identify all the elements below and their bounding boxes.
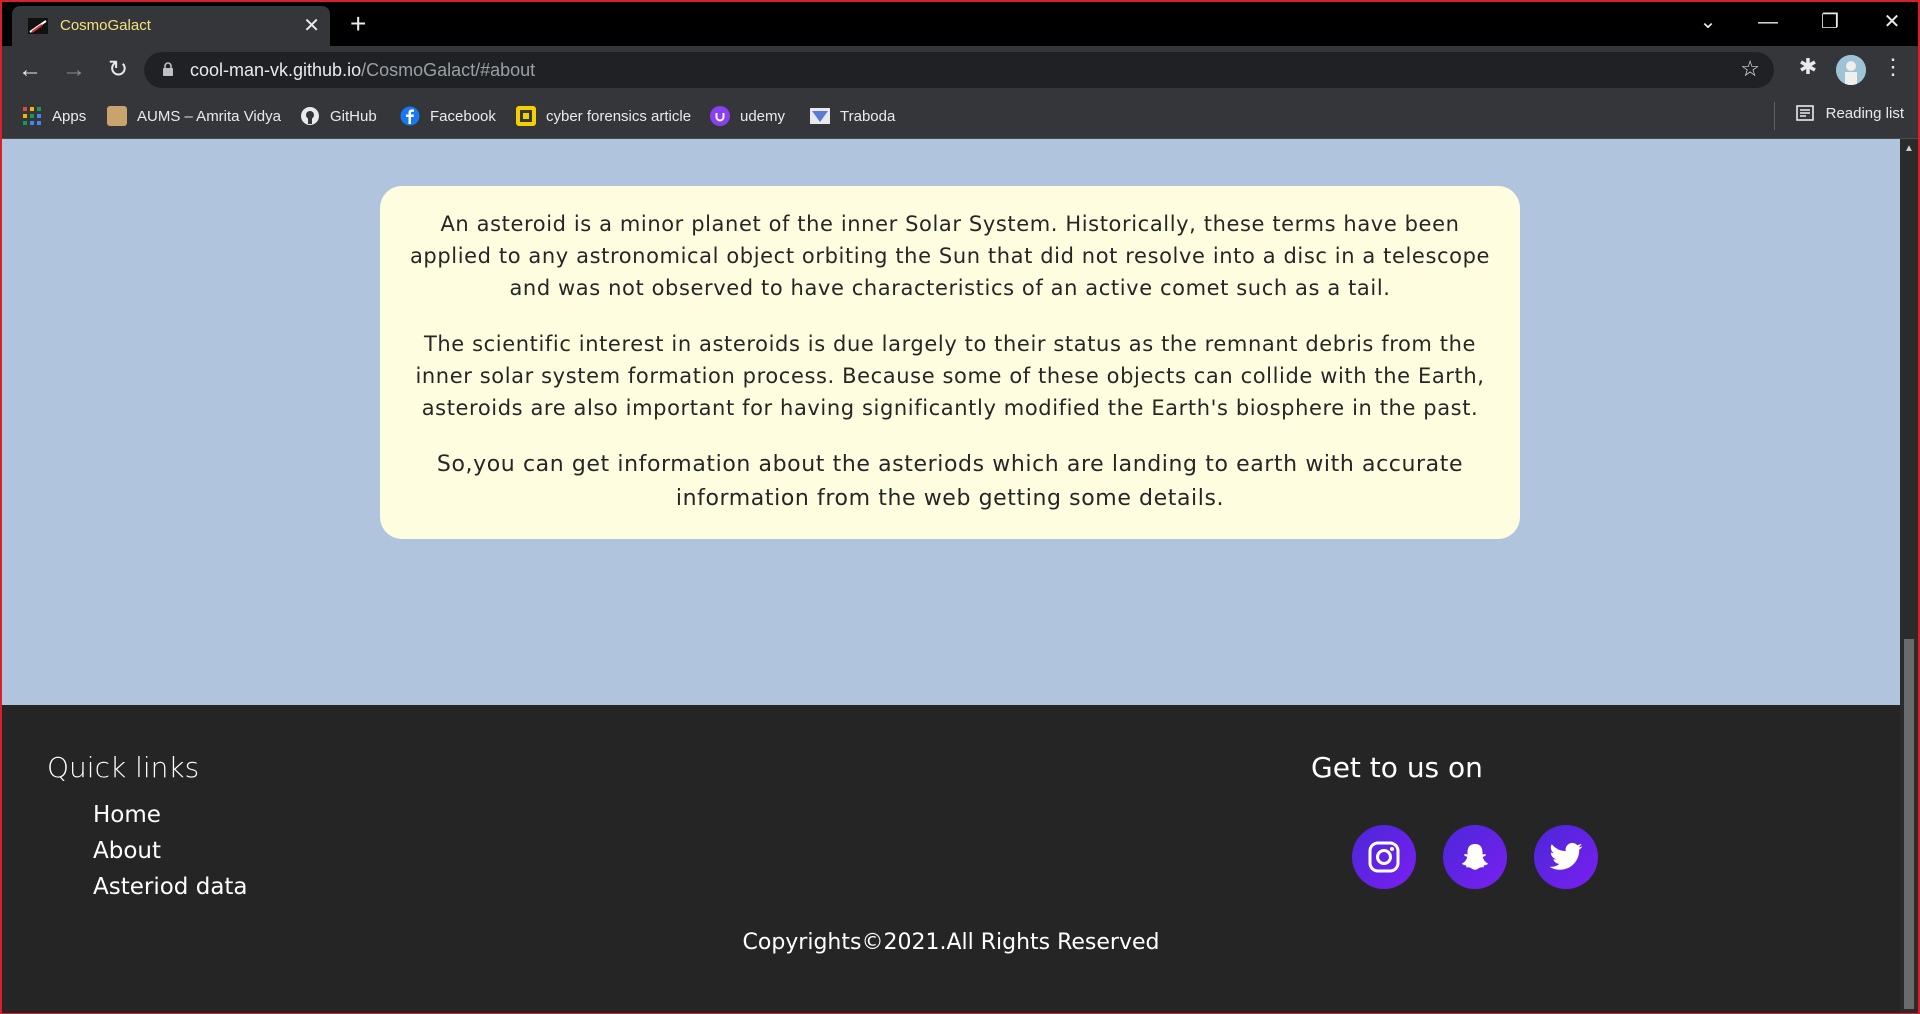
about-heading-clipped	[2, 139, 1900, 166]
bookmark-label: udemy	[740, 107, 786, 125]
quick-link-item: Home	[93, 797, 248, 833]
bookmark-apps[interactable]: Apps	[22, 104, 86, 128]
bookmark-facebook[interactable]: Facebook	[400, 104, 496, 128]
quick-link-item: Asteriod data	[93, 869, 248, 905]
tab-strip: CosmoGalact ✕ + ⌄ — ❐ ✕	[2, 2, 1918, 46]
url-text: cool-man-vk.github.io/CosmoGalact/#about	[190, 60, 535, 81]
quick-link-home[interactable]: Home	[93, 802, 161, 828]
quick-links-list: Home About Asteriod data	[93, 797, 248, 905]
facebook-icon	[400, 106, 420, 126]
snapchat-button[interactable]	[1443, 825, 1507, 889]
quick-link-about[interactable]: About	[93, 838, 161, 864]
bookmark-github[interactable]: GitHub	[300, 104, 377, 128]
address-bar[interactable]: cool-man-vk.github.io/CosmoGalact/#about…	[144, 52, 1774, 88]
lock-icon	[163, 62, 173, 76]
about-card: An asteroid is a minor planet of the inn…	[380, 186, 1520, 539]
bookmark-udemy[interactable]: udemy	[710, 104, 785, 128]
url-host: cool-man-vk.github.io	[190, 60, 362, 80]
about-paragraph: An asteroid is a minor planet of the inn…	[409, 212, 1491, 300]
quick-links-title: Quick links	[47, 751, 200, 784]
github-icon	[301, 107, 319, 125]
bookmark-label: Apps	[52, 107, 87, 125]
traboda-icon	[810, 108, 830, 124]
reading-list-button[interactable]: Reading list	[1773, 102, 1904, 130]
minimize-icon[interactable]: —	[1748, 8, 1788, 36]
profile-avatar-icon	[1836, 55, 1866, 85]
aums-icon	[107, 106, 127, 126]
back-icon[interactable]: ←	[14, 54, 46, 86]
bookmark-label: GitHub	[330, 107, 377, 125]
new-tab-icon[interactable]: +	[350, 8, 366, 40]
bookmark-label: Traboda	[840, 107, 896, 125]
close-window-icon[interactable]: ✕	[1872, 8, 1912, 36]
twitter-icon	[1549, 842, 1583, 870]
bookmark-label: Facebook	[430, 107, 496, 125]
bookmark-aums[interactable]: AUMS – Amrita Vidya	[107, 104, 281, 128]
cosmogalact-favicon-icon	[28, 18, 48, 34]
browser-menu-icon[interactable]: ⋮	[1882, 54, 1904, 80]
bookmark-cyber-forensics[interactable]: cyber forensics article	[516, 104, 691, 128]
tab-title: CosmoGalact	[60, 17, 151, 34]
reading-list-icon	[1795, 105, 1814, 121]
instagram-button[interactable]	[1352, 825, 1416, 889]
instagram-icon	[1368, 841, 1400, 873]
about-paragraph: The scientific interest in asteroids is …	[415, 332, 1485, 420]
snapchat-icon	[1462, 844, 1488, 870]
scrollbar-thumb[interactable]	[1904, 639, 1914, 1009]
quick-link-item: About	[93, 833, 248, 869]
quick-link-asteroid-data[interactable]: Asteriod data	[93, 874, 248, 900]
bookmark-label: cyber forensics article	[546, 107, 692, 125]
site-footer: Quick links Home About Asteriod data Get…	[2, 705, 1900, 1013]
about-paragraph: So,you can get information about the ast…	[436, 452, 1464, 511]
bookmarks-divider	[1773, 102, 1775, 130]
tab-search-icon[interactable]: ⌄	[1688, 8, 1728, 36]
page-scrollbar[interactable]: ▲	[1900, 139, 1918, 1013]
reading-list-label: Reading list	[1825, 104, 1904, 122]
reload-icon[interactable]: ↻	[102, 54, 134, 86]
apps-grid-icon	[23, 107, 41, 125]
bookmark-star-icon[interactable]: ☆	[1740, 56, 1760, 82]
profile-avatar[interactable]	[1836, 55, 1866, 85]
restore-icon[interactable]: ❐	[1810, 8, 1850, 36]
bookmark-traboda[interactable]: Traboda	[810, 104, 895, 128]
cyber-forensics-icon	[516, 106, 536, 126]
udemy-icon	[710, 106, 730, 126]
page-viewport: An asteroid is a minor planet of the inn…	[2, 139, 1900, 1013]
bookmark-label: AUMS – Amrita Vidya	[137, 107, 281, 125]
bookmarks-bar: Apps AUMS – Amrita Vidya GitHub Facebook	[2, 94, 1918, 139]
url-path: /CosmoGalact/#about	[361, 60, 536, 80]
scroll-up-arrow-icon[interactable]: ▲	[1904, 143, 1914, 154]
copyright-text: Copyrights©2021.All Rights Reserved	[742, 930, 1160, 955]
active-tab[interactable]: CosmoGalact ✕	[12, 6, 330, 46]
browser-toolbar: ← → ↻ cool-man-vk.github.io/CosmoGalact/…	[2, 46, 1918, 94]
twitter-button[interactable]	[1534, 825, 1598, 889]
extensions-icon[interactable]: ✱	[1792, 54, 1824, 80]
browser-window: CosmoGalact ✕ + ⌄ — ❐ ✕ ← → ↻ cool-man-v…	[0, 0, 1920, 1014]
forward-icon[interactable]: →	[58, 54, 90, 86]
tab-close-icon[interactable]: ✕	[303, 14, 320, 38]
social-title: Get to us on	[1311, 751, 1483, 784]
